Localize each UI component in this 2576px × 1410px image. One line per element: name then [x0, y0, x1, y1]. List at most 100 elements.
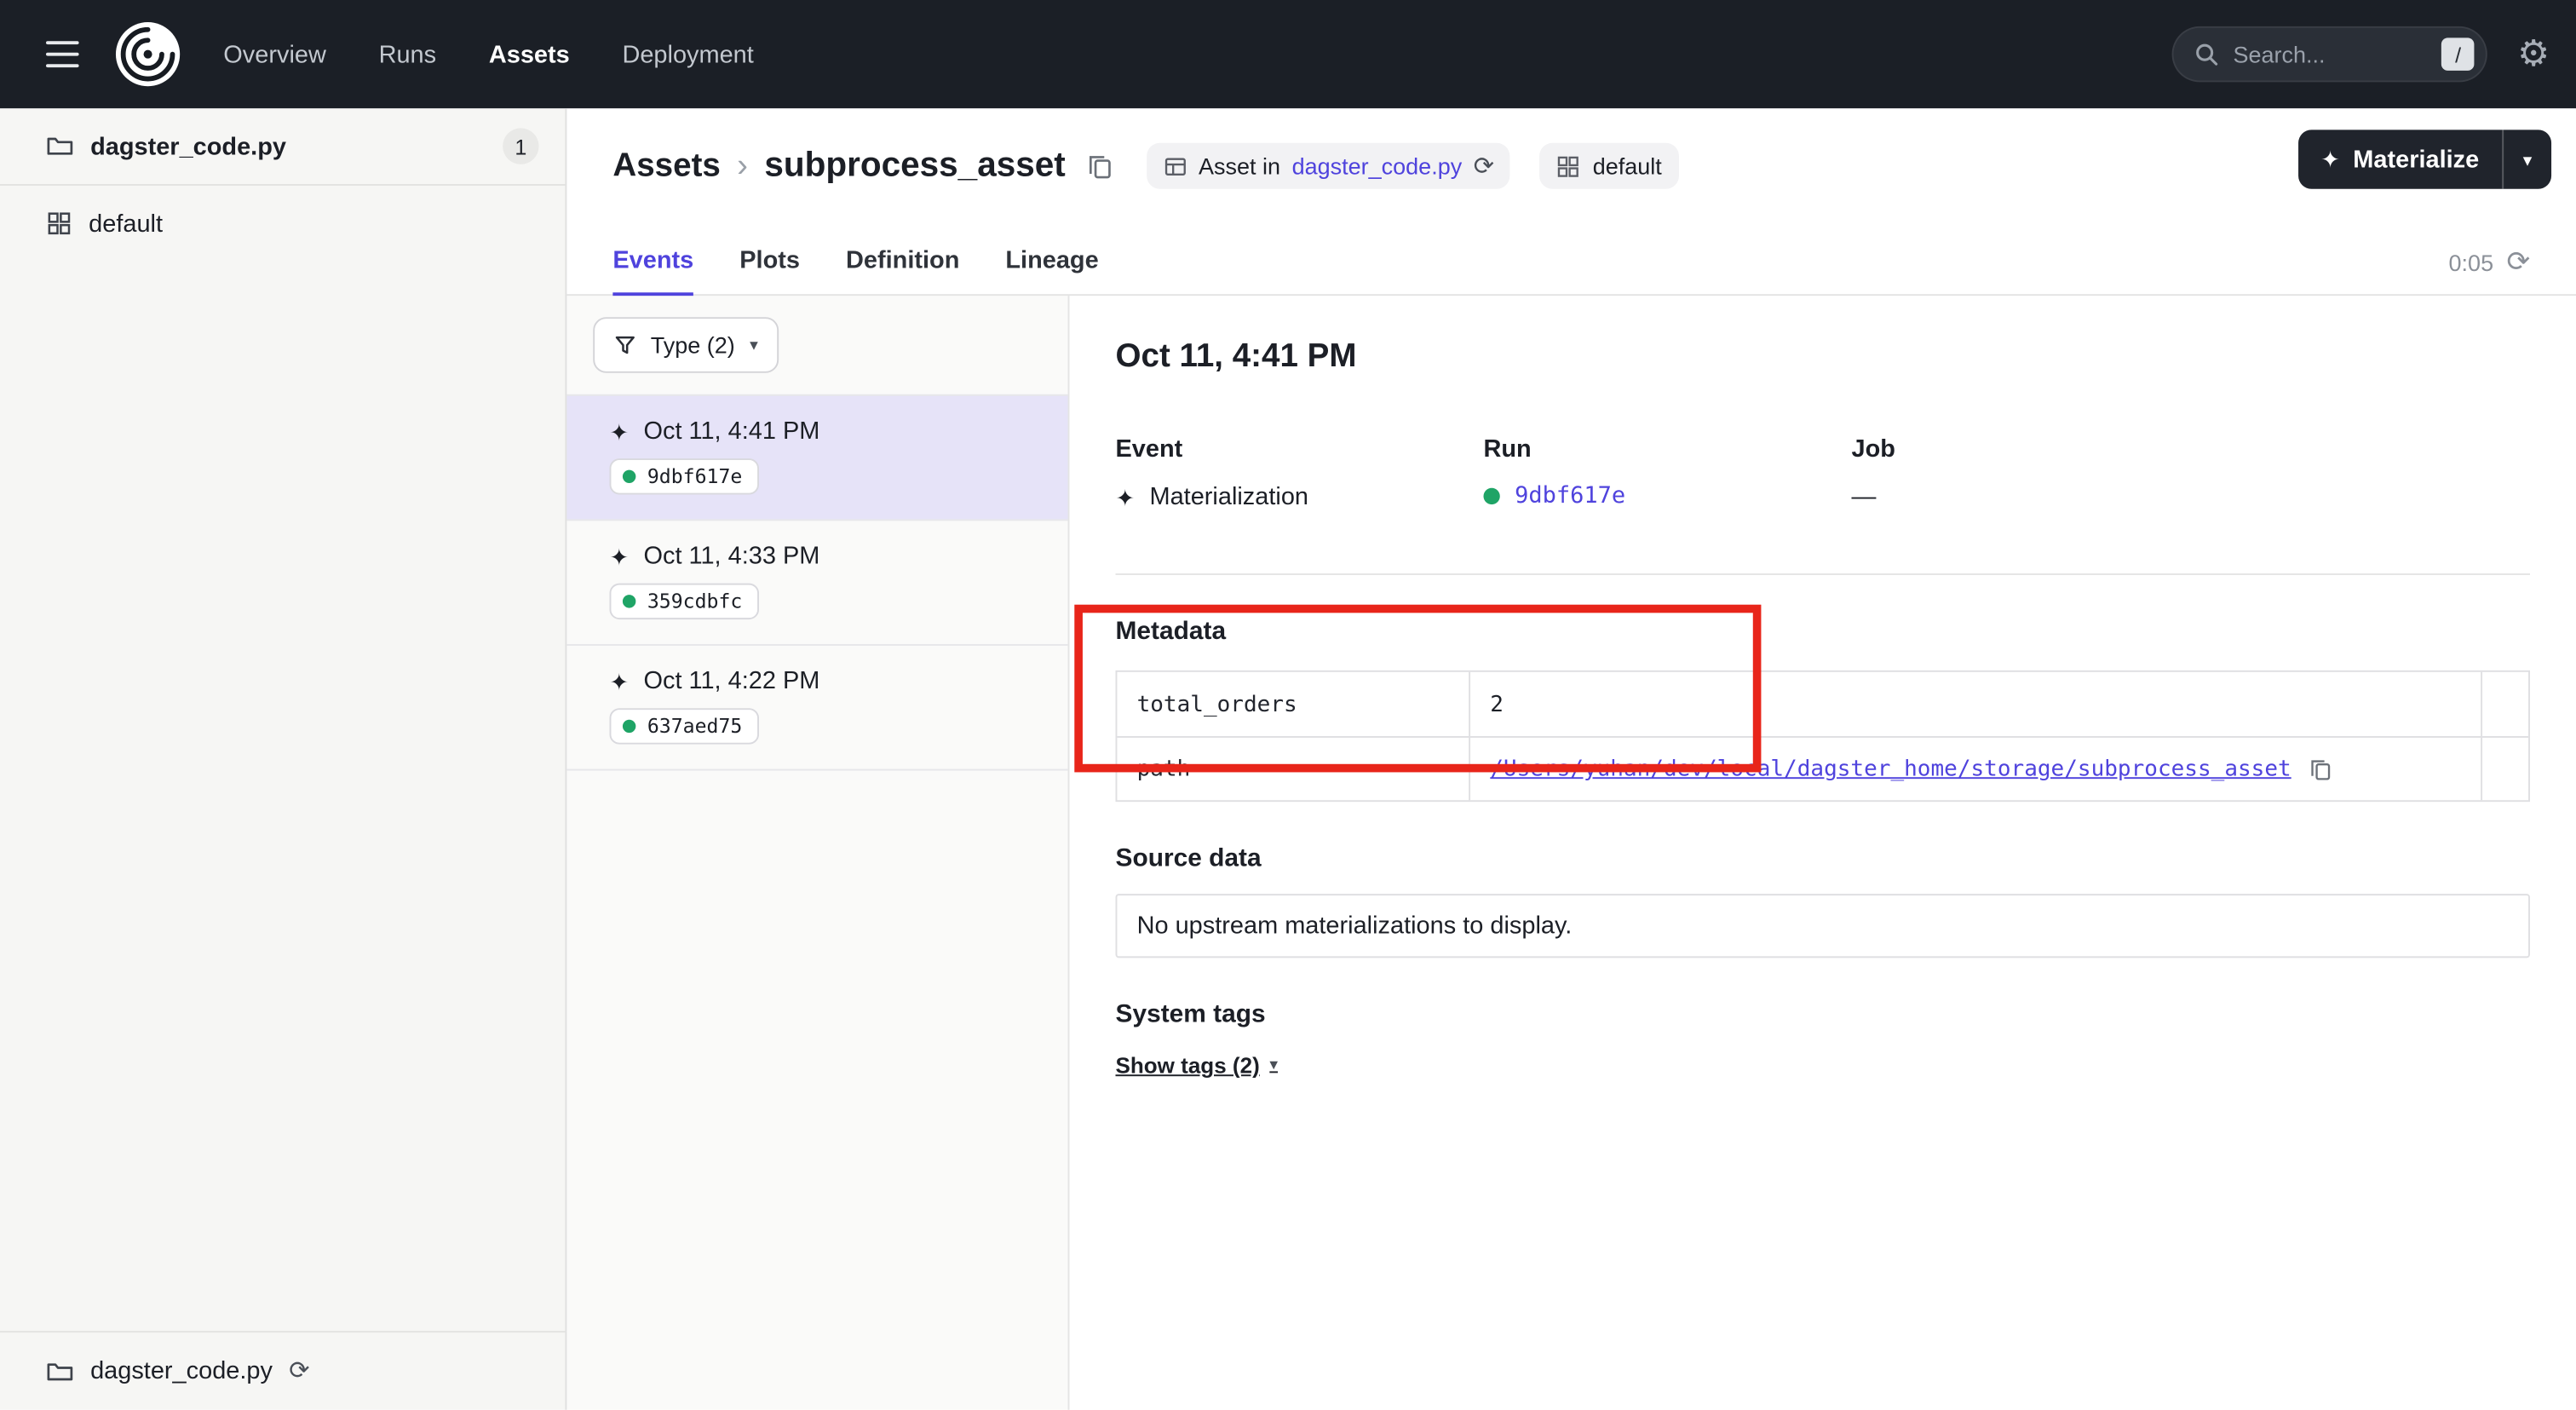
- chevron-down-icon: ▾: [1269, 1056, 1278, 1074]
- main: Assets › subprocess_asset: [566, 108, 2576, 1409]
- sidebar: dagster_code.py 1 default dagster_code.p…: [0, 108, 566, 1409]
- nav-assets[interactable]: Assets: [489, 40, 570, 68]
- metadata-value: 2: [1470, 672, 2482, 736]
- repo-grid-icon: [1556, 153, 1581, 178]
- asset-in-code-location-link[interactable]: dagster_code.py: [1292, 153, 1463, 179]
- sidebar-item-default-repo[interactable]: default: [0, 186, 565, 262]
- run-status-dot: [1483, 488, 1499, 504]
- copy-asset-name-icon[interactable]: [1082, 149, 1117, 183]
- event-detail-heading: Oct 11, 4:41 PM: [1115, 338, 2529, 376]
- search-input[interactable]: [2233, 41, 2429, 67]
- run-id: 9dbf617e: [647, 465, 742, 488]
- event-detail-panel: Oct 11, 4:41 PM Event ✦ Materialization …: [1069, 296, 2575, 1410]
- search-shortcut-badge: /: [2441, 37, 2475, 71]
- asset-in-label: Asset in: [1199, 153, 1280, 179]
- breadcrumb-separator-icon: ›: [737, 147, 748, 185]
- tab-lineage[interactable]: Lineage: [1005, 229, 1098, 295]
- type-filter-button[interactable]: Type (2) ▾: [593, 317, 779, 373]
- sparkle-icon: ✦: [2320, 148, 2340, 171]
- path-link[interactable]: /Users/yuhan/dev/local/dagster_home/stor…: [1490, 756, 2291, 782]
- sidebar-footer-code-location[interactable]: dagster_code.py ⟳: [0, 1331, 565, 1410]
- metadata-action-cell: [2482, 672, 2528, 736]
- run-id-link[interactable]: 9dbf617e: [1515, 483, 1625, 509]
- nav-overview[interactable]: Overview: [223, 40, 326, 68]
- page-title: subprocess_asset: [764, 147, 1065, 186]
- tab-plots[interactable]: Plots: [739, 229, 800, 295]
- run-status-dot: [623, 720, 635, 733]
- copy-path-icon[interactable]: [2304, 753, 2336, 785]
- source-data-empty-state: No upstream materializations to display.: [1115, 894, 2529, 958]
- content: Type (2) ▾ ✦ Oct 11, 4:41 PM 9dbf617e: [566, 296, 2576, 1410]
- sidebar-item-label: default: [89, 210, 163, 238]
- event-item[interactable]: ✦ Oct 11, 4:22 PM 637aed75: [566, 644, 1067, 771]
- asset-tabs: Events Plots Definition Lineage 0:05 ⟳: [566, 230, 2576, 296]
- run-id: 359cdbfc: [647, 590, 742, 613]
- show-tags-link[interactable]: Show tags (2) ▾: [1115, 1053, 1278, 1078]
- repo-tag-label: default: [1593, 153, 1662, 179]
- dagster-logo-icon: [115, 21, 181, 87]
- materialize-label: Materialize: [2353, 146, 2479, 174]
- materialize-dropdown-button[interactable]: ▾: [2502, 129, 2551, 188]
- reload-code-location-icon[interactable]: ⟳: [289, 1359, 309, 1384]
- refresh-area: 0:05 ⟳: [2449, 248, 2530, 276]
- sidebar-footer-label: dagster_code.py: [90, 1357, 273, 1385]
- table-icon: [1163, 153, 1187, 178]
- chevron-down-icon: ▾: [750, 336, 758, 354]
- run-label: Run: [1483, 435, 1851, 463]
- sidebar-item-label: dagster_code.py: [90, 132, 286, 160]
- breadcrumb-assets[interactable]: Assets: [612, 147, 721, 185]
- asset-in-chip[interactable]: Asset in dagster_code.py ⟳: [1146, 143, 1510, 189]
- event-time: Oct 11, 4:22 PM: [643, 667, 819, 695]
- menu-icon[interactable]: [36, 32, 89, 78]
- nav-runs[interactable]: Runs: [379, 40, 437, 68]
- search-box[interactable]: /: [2172, 26, 2487, 83]
- materialize-button-group: ✦ Materialize ▾: [2297, 129, 2551, 188]
- event-item[interactable]: ✦ Oct 11, 4:33 PM 359cdbfc: [566, 519, 1067, 644]
- search-icon: [2194, 41, 2220, 67]
- nav-deployment[interactable]: Deployment: [622, 40, 753, 68]
- run-status-dot: [623, 595, 635, 607]
- run-id: 637aed75: [647, 715, 742, 738]
- asset-header: Assets › subprocess_asset: [566, 108, 2576, 296]
- app: Overview Runs Assets Deployment / ⚙: [0, 0, 2576, 1410]
- metadata-value: /Users/yuhan/dev/local/dagster_home/stor…: [1470, 736, 2482, 800]
- tab-definition[interactable]: Definition: [846, 229, 959, 295]
- run-tag[interactable]: 637aed75: [609, 708, 758, 744]
- metadata-action-cell: [2482, 736, 2528, 800]
- folder-icon: [46, 1358, 74, 1384]
- sidebar-item-code-location[interactable]: dagster_code.py 1: [0, 108, 565, 186]
- breadcrumb: Assets › subprocess_asset: [566, 138, 2576, 194]
- refresh-icon[interactable]: ⟳: [2507, 248, 2530, 276]
- event-item[interactable]: ✦ Oct 11, 4:41 PM 9dbf617e: [566, 394, 1067, 520]
- materialization-icon: ✦: [1115, 486, 1135, 509]
- tab-events[interactable]: Events: [612, 229, 693, 295]
- event-meta-columns: Event ✦ Materialization Run 9dbf617e: [1115, 435, 2529, 511]
- gear-icon[interactable]: ⚙: [2517, 36, 2550, 72]
- event-time: Oct 11, 4:33 PM: [643, 542, 819, 570]
- materialize-button[interactable]: ✦ Materialize: [2297, 129, 2502, 188]
- divider: [1115, 573, 2529, 575]
- dagster-logo[interactable]: [115, 21, 181, 87]
- run-status-dot: [623, 470, 635, 483]
- repo-chip[interactable]: default: [1540, 143, 1678, 189]
- asset-count-badge: 1: [503, 128, 538, 164]
- materialization-icon: ✦: [609, 670, 629, 693]
- metadata-heading: Metadata: [1115, 618, 2529, 647]
- metadata-key: total_orders: [1117, 672, 1470, 736]
- event-time: Oct 11, 4:41 PM: [643, 417, 819, 446]
- primary-nav: Overview Runs Assets Deployment: [223, 40, 754, 68]
- refresh-timer: 0:05: [2449, 249, 2494, 275]
- repo-grid-icon: [46, 210, 72, 237]
- filter-area: Type (2) ▾: [566, 296, 1067, 394]
- reload-asset-icon[interactable]: ⟳: [1474, 153, 1494, 178]
- filter-funnel-icon: [614, 334, 635, 355]
- job-label: Job: [1851, 435, 2529, 463]
- event-label: Event: [1115, 435, 1483, 463]
- events-panel: Type (2) ▾ ✦ Oct 11, 4:41 PM 9dbf617e: [566, 296, 1069, 1410]
- run-tag[interactable]: 9dbf617e: [609, 458, 758, 494]
- source-data-heading: Source data: [1115, 844, 2529, 874]
- folder-icon: [46, 133, 74, 159]
- run-tag[interactable]: 359cdbfc: [609, 584, 758, 619]
- materialization-icon: ✦: [609, 544, 629, 567]
- job-value: —: [1851, 483, 1876, 511]
